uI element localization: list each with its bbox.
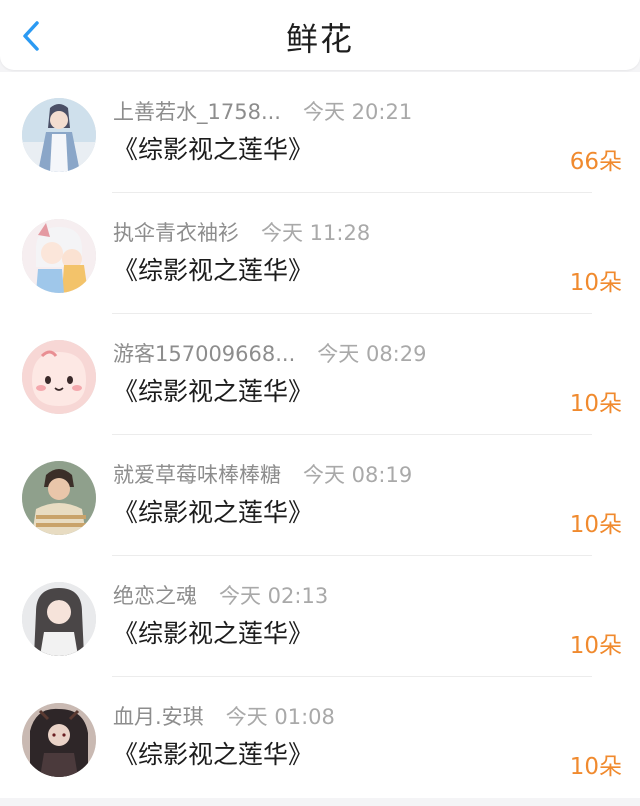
avatar[interactable] [22, 703, 96, 777]
list-item[interactable]: 绝恋之魂 今天 02:13 《综影视之莲华》 10朵 [0, 556, 640, 677]
list-item[interactable]: 就爱草莓味棒棒糖 今天 08:19 《综影视之莲华》 10朵 [0, 435, 640, 556]
flower-record-list: 上善若水_1758... 今天 20:21 《综影视之莲华》 66朵 执伞青衣袖… [0, 72, 640, 798]
user-name: 上善若水_1758... [113, 100, 281, 124]
book-title: 《综影视之莲华》 [113, 377, 314, 406]
list-item[interactable]: 上善若水_1758... 今天 20:21 《综影视之莲华》 66朵 [0, 72, 640, 193]
flower-count: 10朵 [569, 512, 622, 538]
book-title: 《综影视之莲华》 [113, 135, 314, 164]
avatar[interactable] [22, 461, 96, 535]
avatar[interactable] [22, 340, 96, 414]
user-name: 血月.安琪 [113, 705, 204, 729]
book-title: 《综影视之莲华》 [113, 256, 314, 285]
list-item[interactable]: 游客157009668... 今天 08:29 《综影视之莲华》 10朵 [0, 314, 640, 435]
flower-count: 10朵 [569, 633, 622, 659]
user-name: 执伞青衣袖衫 [113, 221, 239, 245]
avatar[interactable] [22, 582, 96, 656]
flower-count: 10朵 [569, 270, 622, 296]
timestamp: 今天 02:13 [219, 584, 329, 608]
timestamp: 今天 11:28 [261, 221, 371, 245]
book-title: 《综影视之莲华》 [113, 619, 314, 648]
book-title: 《综影视之莲华》 [113, 498, 314, 527]
top-bar: 鲜花 [0, 0, 640, 70]
user-name: 绝恋之魂 [113, 584, 197, 608]
page-title: 鲜花 [285, 20, 354, 58]
user-name: 游客157009668... [113, 342, 296, 366]
flower-count: 10朵 [569, 391, 622, 417]
timestamp: 今天 20:21 [302, 100, 413, 124]
timestamp: 今天 08:29 [317, 342, 427, 366]
list-item[interactable]: 执伞青衣袖衫 今天 11:28 《综影视之莲华》 10朵 [0, 193, 640, 314]
user-name: 就爱草莓味棒棒糖 [113, 463, 281, 487]
timestamp: 今天 08:19 [303, 463, 413, 487]
flower-count: 10朵 [569, 754, 622, 780]
timestamp: 今天 01:08 [225, 705, 335, 729]
book-title: 《综影视之莲华》 [113, 740, 314, 769]
avatar[interactable] [22, 98, 96, 172]
flower-count: 66朵 [569, 149, 622, 175]
avatar[interactable] [22, 219, 96, 293]
list-item[interactable]: 血月.安琪 今天 01:08 《综影视之莲华》 10朵 [0, 677, 640, 798]
